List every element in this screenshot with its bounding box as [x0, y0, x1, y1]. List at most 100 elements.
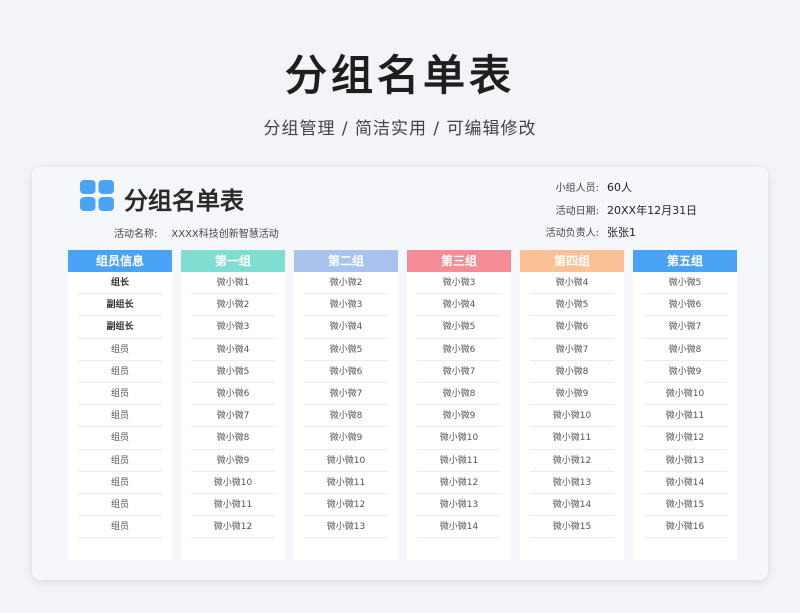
member-cell: 微小微5: [304, 339, 388, 361]
member-cell: 微小微7: [191, 405, 275, 428]
lead-value: 张张1: [607, 226, 636, 239]
member-cell: 微小微9: [304, 427, 388, 450]
group-size-label: 小组人员:: [555, 183, 599, 194]
member-cell: 微小微7: [530, 339, 614, 361]
column-header: 第五组: [633, 250, 737, 272]
member-list: 微小微2 微小微3 微小微4 微小微5 微小微6 微小微7 微小微8 微小微9 微小微10 微小微…: [294, 272, 398, 539]
member-cell: 微小微11: [417, 450, 501, 472]
column-group3: 第三组 微小微3 微小微4 微小微5 微小微6 微小微7 微小微8 微小微9 微小微10 微小微1…: [407, 250, 511, 560]
roster-sheet: 分组名单表 活动名称: XXXX科技创新智慧活动 小组人员: 60人 活动日期: 20…: [32, 167, 768, 580]
member-list: 微小微4 微小微5 微小微6 微小微7 微小微8 微小微9 微小微10 微小微11 微小微12 微…: [520, 272, 624, 539]
member-cell: 微小微6: [304, 361, 388, 383]
member-cell: 微小微4: [530, 272, 614, 295]
member-cell: 微小微5: [417, 316, 501, 339]
date-label: 活动日期:: [555, 206, 599, 217]
page-title: 分组名单表: [284, 51, 515, 100]
member-cell: 组员: [78, 450, 162, 472]
member-cell: 微小微9: [643, 361, 727, 383]
activity-label: 活动名称:: [114, 229, 158, 240]
member-cell: 组员: [78, 427, 162, 450]
member-cell: 微小微13: [643, 450, 727, 472]
column-header: 第三组: [407, 250, 511, 272]
grid-logo-icon: [80, 180, 114, 211]
member-cell: 微小微14: [417, 516, 501, 539]
member-cell: 微小微3: [191, 316, 275, 339]
member-cell: 微小微10: [643, 383, 727, 406]
member-cell: 微小微4: [417, 294, 501, 317]
member-cell: 副组长: [78, 316, 162, 339]
member-cell: 微小微13: [530, 472, 614, 494]
member-cell: 微小微12: [417, 472, 501, 494]
member-cell: 微小微9: [530, 383, 614, 406]
member-cell: 组员: [78, 361, 162, 383]
date-value: 20XX年12月31日: [607, 204, 698, 217]
member-cell: 组员: [78, 494, 162, 517]
group-size-row: 小组人员: 60人: [537, 179, 632, 195]
activity-row: 活动名称: XXXX科技创新智慧活动: [114, 225, 279, 240]
member-cell: 微小微11: [191, 494, 275, 517]
member-cell: 微小微8: [304, 405, 388, 428]
member-cell: 微小微8: [417, 383, 501, 406]
member-cell: 微小微8: [530, 361, 614, 383]
group-columns: 组员信息 组长 副组长 副组长 组员 组员 组员 组员 组员 组员 组员 组员 组员 第一组 微小微1 微小微…: [68, 250, 737, 560]
member-cell: 微小微9: [417, 405, 501, 428]
member-list: 微小微3 微小微4 微小微5 微小微6 微小微7 微小微8 微小微9 微小微10 微小微11 微小…: [407, 272, 511, 539]
member-cell: 组长: [78, 272, 162, 295]
member-cell: 微小微6: [643, 294, 727, 317]
date-row: 活动日期: 20XX年12月31日: [537, 202, 697, 218]
member-cell: 微小微5: [643, 272, 727, 295]
column-header: 第四组: [520, 250, 624, 272]
member-cell: 微小微8: [643, 339, 727, 361]
member-cell: 微小微10: [304, 450, 388, 472]
member-cell: 微小微11: [304, 472, 388, 494]
member-cell: 微小微12: [643, 427, 727, 450]
activity-value: XXXX科技创新智慧活动: [171, 229, 279, 240]
member-cell: 微小微12: [530, 450, 614, 472]
member-cell: 微小微7: [643, 316, 727, 339]
member-cell: 微小微3: [304, 294, 388, 317]
member-cell: 微小微12: [304, 494, 388, 517]
member-cell: 微小微6: [530, 316, 614, 339]
member-cell: 组员: [78, 339, 162, 361]
page-subtitle: 分组管理 / 简洁实用 / 可编辑修改: [263, 119, 537, 139]
member-list: 微小微5 微小微6 微小微7 微小微8 微小微9 微小微10 微小微11 微小微12 微小微13…: [633, 272, 737, 539]
member-cell: 副组长: [78, 294, 162, 317]
column-group5: 第五组 微小微5 微小微6 微小微7 微小微8 微小微9 微小微10 微小微11 微小微12 微小…: [633, 250, 737, 560]
member-cell: 微小微14: [643, 472, 727, 494]
member-cell: 微小微5: [530, 294, 614, 317]
member-cell: 微小微11: [643, 405, 727, 428]
column-group1: 第一组 微小微1 微小微2 微小微3 微小微4 微小微5 微小微6 微小微7 微小微8 微小微9 微…: [181, 250, 285, 560]
member-cell: 微小微13: [417, 494, 501, 517]
member-cell: 组员: [78, 405, 162, 428]
member-cell: 微小微11: [530, 427, 614, 450]
column-header: 第二组: [294, 250, 398, 272]
member-cell: 微小微10: [417, 427, 501, 450]
member-cell: 微小微7: [304, 383, 388, 406]
member-cell: 微小微2: [191, 294, 275, 317]
member-cell: 微小微8: [191, 427, 275, 450]
member-cell: 微小微1: [191, 272, 275, 295]
member-cell: 微小微13: [304, 516, 388, 539]
member-cell: 微小微3: [417, 272, 501, 295]
member-cell: 微小微7: [417, 361, 501, 383]
column-header: 第一组: [181, 250, 285, 272]
member-list: 组长 副组长 副组长 组员 组员 组员 组员 组员 组员 组员 组员 组员: [68, 272, 172, 539]
member-cell: 组员: [78, 516, 162, 539]
member-cell: 微小微16: [643, 516, 727, 539]
member-cell: 微小微15: [643, 494, 727, 517]
member-cell: 微小微15: [530, 516, 614, 539]
member-cell: 微小微4: [304, 316, 388, 339]
column-group2: 第二组 微小微2 微小微3 微小微4 微小微5 微小微6 微小微7 微小微8 微小微9 微小微10…: [294, 250, 398, 560]
lead-label: 活动负责人:: [545, 228, 599, 239]
member-cell: 微小微4: [191, 339, 275, 361]
lead-row: 活动负责人: 张张1: [537, 224, 636, 240]
member-cell: 微小微6: [417, 339, 501, 361]
column-group4: 第四组 微小微4 微小微5 微小微6 微小微7 微小微8 微小微9 微小微10 微小微11 微小微…: [520, 250, 624, 560]
member-list: 微小微1 微小微2 微小微3 微小微4 微小微5 微小微6 微小微7 微小微8 微小微9 微小微1…: [181, 272, 285, 539]
member-cell: 组员: [78, 383, 162, 406]
member-cell: 组员: [78, 472, 162, 494]
group-size-value: 60人: [607, 181, 632, 194]
column-header: 组员信息: [68, 250, 172, 272]
member-cell: 微小微10: [530, 405, 614, 428]
member-cell: 微小微9: [191, 450, 275, 472]
